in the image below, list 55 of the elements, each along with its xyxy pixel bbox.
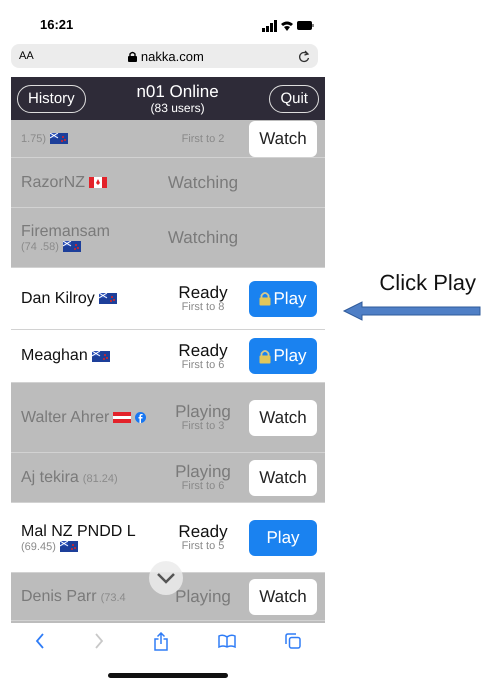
flag-icon	[62, 241, 81, 252]
header-title: n01 Online	[136, 82, 219, 100]
flag-icon	[98, 293, 117, 304]
reload-icon[interactable]	[298, 50, 310, 62]
player-name: Walter Ahrer	[21, 408, 110, 426]
player-name: Firemansam	[21, 222, 110, 240]
player-status: Watching	[168, 174, 238, 191]
flag-icon	[113, 412, 132, 423]
player-name: Meaghan	[21, 347, 88, 365]
history-button[interactable]: History	[17, 84, 86, 112]
player-name: Aj tekira	[21, 468, 79, 486]
match-length: First to 6	[182, 358, 224, 370]
quit-button[interactable]: Quit	[269, 84, 319, 112]
address-bar[interactable]: AA nakka.com	[11, 44, 318, 68]
player-rating: (69.45)	[21, 540, 56, 552]
facebook-icon	[135, 412, 146, 423]
player-status: Ready	[178, 523, 228, 540]
play-button[interactable]: Play	[249, 520, 317, 556]
back-icon[interactable]	[34, 633, 45, 649]
flag-icon	[60, 541, 78, 552]
status-time: 16:21	[40, 17, 74, 32]
flag-icon	[89, 177, 108, 188]
player-status: Ready	[178, 342, 228, 358]
user-count: (83 users)	[150, 100, 205, 114]
match-length: First to 8	[182, 301, 224, 313]
watch-button[interactable]: Watch	[249, 400, 317, 436]
player-name: RazorNZ	[21, 174, 86, 192]
play-button[interactable]: Play	[249, 338, 317, 374]
player-status: Playing	[175, 463, 231, 480]
player-status: Watching	[168, 229, 238, 246]
chevron-down-icon	[156, 572, 176, 584]
player-status: Playing	[175, 588, 231, 605]
padlock-icon	[259, 291, 272, 306]
player-name: Mal NZ PNDD L	[21, 522, 136, 540]
flag-icon	[92, 350, 110, 362]
watch-button[interactable]: Watch	[249, 578, 317, 614]
bookmarks-icon[interactable]	[218, 634, 236, 648]
watch-button[interactable]: Watch	[249, 120, 317, 156]
watch-button[interactable]: Watch	[249, 460, 317, 496]
text-size-button[interactable]: AA	[19, 50, 34, 62]
left-arrow-icon	[342, 300, 482, 322]
annotation-text: Click Play	[379, 270, 476, 296]
player-status: Playing	[175, 403, 231, 420]
tabs-icon[interactable]	[285, 633, 302, 649]
flag-icon	[50, 133, 68, 144]
share-icon[interactable]	[154, 632, 168, 650]
player-name: Denis Parr	[21, 588, 97, 606]
signal-wifi-battery-icon	[262, 20, 314, 32]
lock-icon	[128, 50, 137, 62]
play-button[interactable]: Play	[249, 280, 317, 316]
url-text: nakka.com	[140, 48, 204, 64]
match-length: First to 5	[182, 540, 224, 552]
player-name: Dan Kilroy	[21, 290, 95, 308]
player-status: Ready	[178, 284, 228, 301]
padlock-icon	[259, 348, 272, 364]
